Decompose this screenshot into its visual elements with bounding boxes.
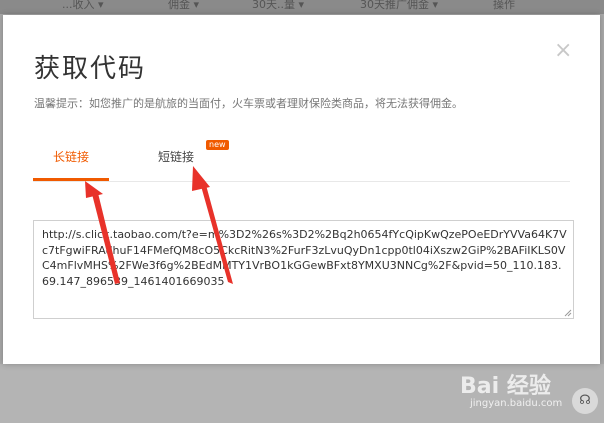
watermark-url: jingyan.baidu.com	[470, 398, 563, 409]
column-header-commission: 佣金 ▾	[168, 0, 200, 11]
active-tab-indicator	[33, 178, 109, 181]
dialog-tip: 温馨提示：如您推广的是航旅的当面付，火车票或者理财保险类商品，将无法获得佣金。	[34, 97, 463, 110]
resize-grip-icon[interactable]	[564, 309, 572, 317]
column-header-actions: 操作	[493, 0, 515, 11]
tab-short-link[interactable]: 短链接	[158, 148, 194, 165]
baidu-jingyan-watermark: Bai 经验 jingyan.baidu.com	[460, 368, 570, 416]
dialog-title: 获取代码	[34, 54, 147, 84]
watermark-logo: Bai 经验	[460, 374, 551, 399]
column-header-income: ...收入 ▾	[62, 0, 104, 11]
tab-long-link[interactable]: 长链接	[53, 148, 89, 165]
new-badge: new	[206, 140, 229, 150]
code-textarea[interactable]: http://s.click.taobao.com/t?e=m%3D2%26s%…	[33, 220, 574, 319]
headset-icon[interactable]: ☊	[572, 388, 598, 414]
link-type-tabs: 长链接 短链接 new	[33, 135, 570, 182]
column-header-sales: 30天..量 ▾	[252, 0, 305, 11]
code-text: http://s.click.taobao.com/t?e=m%3D2%26s%…	[42, 228, 567, 288]
column-header-30day-commission: 30天推广佣金 ▾	[360, 0, 439, 11]
close-icon[interactable]: ×	[554, 40, 572, 62]
get-code-dialog: 获取代码 × 温馨提示：如您推广的是航旅的当面付，火车票或者理财保险类商品，将无…	[3, 15, 600, 364]
